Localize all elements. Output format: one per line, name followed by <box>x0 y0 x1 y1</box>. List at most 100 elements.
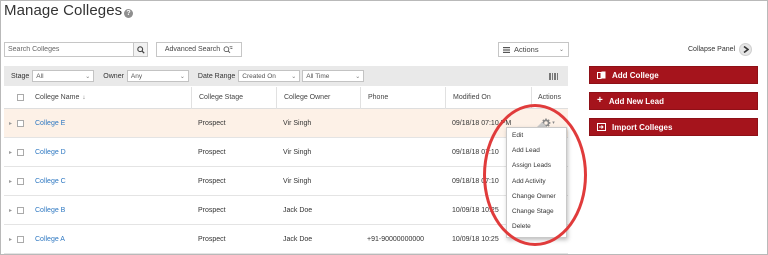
college-owner-cell: Vir Singh <box>283 119 312 127</box>
actions-dropdown[interactable]: Actions ⌄ <box>498 42 569 57</box>
college-owner-cell: Jack Doe <box>283 235 313 243</box>
actions-dropdown-label: Actions <box>514 45 539 54</box>
college-name-cell: College A <box>31 236 191 243</box>
stage-filter-value: All <box>36 72 44 80</box>
column-settings-icon[interactable] <box>549 72 558 80</box>
row-checkbox-cell <box>17 119 31 127</box>
chevron-down-icon: ⌄ <box>291 73 297 80</box>
chevron-down-icon: ⌄ <box>558 47 564 53</box>
collapse-panel-label: Collapse Panel <box>688 46 736 53</box>
table-header: College Name ↓ College Stage College Own… <box>4 86 568 109</box>
collapse-panel-control[interactable]: Collapse Panel <box>688 42 753 57</box>
college-stage-cell: Prospect <box>198 119 226 127</box>
column-header-college-name[interactable]: College Name ↓ <box>31 87 191 109</box>
college-owner-cell: Vir Singh <box>283 148 312 156</box>
plus-icon: + <box>597 95 603 106</box>
add-new-lead-button[interactable]: + Add New Lead <box>589 92 758 110</box>
chevron-down-icon: ⌄ <box>179 73 185 80</box>
advanced-search-button[interactable]: Advanced Search <box>156 42 242 57</box>
stage-filter-select[interactable]: All ⌄ <box>32 70 95 82</box>
menu-item-change-stage[interactable]: Change Stage <box>507 204 566 219</box>
row-checkbox[interactable] <box>17 235 24 243</box>
expand-row-icon[interactable]: ▸ <box>4 149 17 156</box>
table-row[interactable]: ▸ College A Prospect Jack Doe +91-900000… <box>4 225 568 254</box>
table-row[interactable]: ▸ College B Prospect Jack Doe 10/09/18 1… <box>4 196 568 225</box>
date-period-select[interactable]: All Time ⌄ <box>302 70 365 82</box>
search-button[interactable] <box>133 43 147 56</box>
menu-item-delete[interactable]: Delete <box>507 219 566 234</box>
stage-filter-label: Stage <box>11 72 30 80</box>
menu-item-edit[interactable]: Edit <box>507 128 566 143</box>
college-name-cell: College B <box>31 207 191 214</box>
import-icon <box>597 123 606 131</box>
page-title: Manage Colleges <box>4 2 123 19</box>
date-field-select[interactable]: Created On ⌄ <box>238 70 301 82</box>
menu-item-add-lead[interactable]: Add Lead <box>507 143 566 158</box>
row-checkbox[interactable] <box>17 119 24 127</box>
advanced-search-icon <box>223 45 233 53</box>
college-stage-cell: Prospect <box>198 206 226 214</box>
college-name-cell: College E <box>31 120 191 127</box>
row-checkbox[interactable] <box>17 206 24 214</box>
date-range-label: Date Range <box>197 72 236 80</box>
import-colleges-label: Import Colleges <box>612 122 673 132</box>
college-name-link[interactable]: College C <box>35 178 66 185</box>
select-all-checkbox[interactable] <box>17 94 24 101</box>
row-checkbox[interactable] <box>17 177 24 185</box>
expand-row-icon[interactable]: ▸ <box>4 236 17 243</box>
row-checkbox-cell <box>17 177 31 185</box>
modified-on-cell: 09/18/18 07:10 PM <box>452 119 512 127</box>
college-name-link[interactable]: College A <box>35 236 65 243</box>
add-new-lead-label: Add New Lead <box>608 96 664 106</box>
add-college-button[interactable]: Add College <box>589 66 758 84</box>
column-header-college-owner[interactable]: College Owner <box>276 86 360 109</box>
college-owner-cell: Jack Doe <box>283 206 313 214</box>
building-icon <box>597 71 606 79</box>
search-icon <box>136 45 145 54</box>
college-name-link[interactable]: College E <box>35 120 65 127</box>
filter-bar: Stage All ⌄ Owner Any ⌄ Date Range Creat… <box>4 66 568 86</box>
advanced-search-label: Advanced Search <box>164 46 221 53</box>
search-input[interactable] <box>5 43 133 56</box>
column-header-modified-on[interactable]: Modified On <box>445 86 531 109</box>
help-icon[interactable]: ? <box>124 9 133 18</box>
college-stage-cell: Prospect <box>198 148 226 156</box>
chevron-right-icon[interactable] <box>739 43 753 56</box>
college-name-link[interactable]: College D <box>35 149 66 156</box>
phone-cell: +91-90000000000 <box>367 235 425 243</box>
college-stage-cell: Prospect <box>198 235 226 243</box>
sort-down-icon: ↓ <box>82 94 86 101</box>
owner-filter-select[interactable]: Any ⌄ <box>126 70 189 82</box>
college-name-cell: College C <box>31 178 191 185</box>
row-actions-menu: Edit Add Lead Assign Leads Add Activity … <box>506 127 567 238</box>
chevron-down-icon: ⌄ <box>85 73 91 80</box>
row-checkbox-cell <box>17 206 31 214</box>
menu-item-add-activity[interactable]: Add Activity <box>507 174 566 189</box>
search-box <box>4 42 148 57</box>
column-header-actions: Actions <box>531 86 567 109</box>
row-checkbox[interactable] <box>17 148 24 156</box>
table-row[interactable]: ▸ College D Prospect Vir Singh 09/18/18 … <box>4 138 568 167</box>
chevron-down-icon: ▾ <box>552 120 555 126</box>
table-row[interactable]: ▸ College E Prospect Vir Singh 09/18/18 … <box>4 109 568 138</box>
expand-row-icon[interactable]: ▸ <box>4 120 17 127</box>
row-checkbox-cell <box>17 235 31 243</box>
select-all-cell <box>17 94 31 101</box>
chevron-down-icon: ⌄ <box>355 73 361 80</box>
college-stage-cell: Prospect <box>198 177 226 185</box>
colleges-table: College Name ↓ College Stage College Own… <box>4 86 568 254</box>
expand-row-icon[interactable]: ▸ <box>4 178 17 185</box>
import-colleges-button[interactable]: Import Colleges <box>589 118 758 136</box>
column-header-phone[interactable]: Phone <box>360 86 445 109</box>
expand-row-icon[interactable]: ▸ <box>4 207 17 214</box>
table-row[interactable]: ▸ College C Prospect Vir Singh 09/18/18 … <box>4 167 568 196</box>
college-name-link[interactable]: College B <box>35 207 65 214</box>
column-header-college-stage[interactable]: College Stage <box>191 86 276 109</box>
menu-item-change-owner[interactable]: Change Owner <box>507 189 566 204</box>
college-owner-cell: Vir Singh <box>283 177 312 185</box>
menu-item-assign-leads[interactable]: Assign Leads <box>507 158 566 173</box>
date-field-value: Created On <box>242 72 276 80</box>
owner-filter-label: Owner <box>103 72 124 80</box>
owner-filter-value: Any <box>130 72 143 80</box>
list-icon <box>503 46 510 53</box>
